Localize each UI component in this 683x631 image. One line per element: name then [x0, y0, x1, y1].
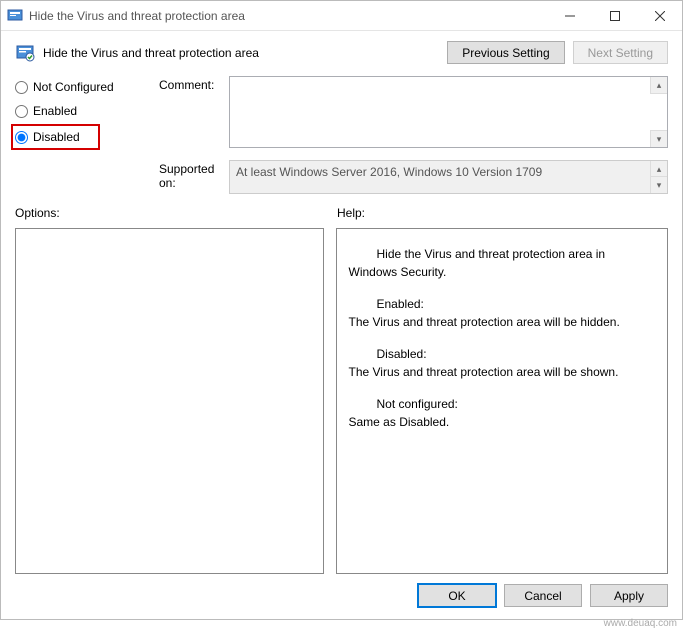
- footer-buttons: OK Cancel Apply: [1, 574, 682, 619]
- radio-disabled-input[interactable]: [15, 131, 28, 144]
- minimize-button[interactable]: [547, 1, 592, 30]
- ok-button[interactable]: OK: [418, 584, 496, 607]
- help-p3b: The Virus and threat protection area wil…: [349, 365, 619, 379]
- help-p4a: Not configured:: [377, 395, 656, 413]
- supported-on-text: At least Windows Server 2016, Windows 10…: [236, 165, 542, 179]
- policy-title: Hide the Virus and threat protection are…: [43, 46, 439, 60]
- supported-on-value: At least Windows Server 2016, Windows 10…: [229, 160, 668, 194]
- radio-disabled-highlight: Disabled: [11, 124, 100, 150]
- next-setting-button: Next Setting: [573, 41, 668, 64]
- comment-label: Comment:: [159, 76, 229, 92]
- scroll-down-icon: ▾: [650, 176, 667, 193]
- scroll-up-icon[interactable]: ▴: [650, 77, 667, 94]
- cancel-button[interactable]: Cancel: [504, 584, 582, 607]
- maximize-button[interactable]: [592, 1, 637, 30]
- panes-row: Hide the Virus and threat protection are…: [1, 224, 682, 574]
- help-p3a: Disabled:: [377, 345, 656, 363]
- comment-textarea[interactable]: ▴ ▾: [229, 76, 668, 148]
- window-title: Hide the Virus and threat protection are…: [29, 9, 547, 23]
- radio-disabled-label: Disabled: [33, 130, 80, 144]
- previous-setting-button[interactable]: Previous Setting: [447, 41, 564, 64]
- help-p3: Disabled: The Virus and threat protectio…: [349, 345, 656, 381]
- close-button[interactable]: [637, 1, 682, 30]
- gpedit-dialog-window: Hide the Virus and threat protection are…: [0, 0, 683, 620]
- radio-disabled[interactable]: Disabled: [15, 130, 80, 144]
- help-p4: Not configured: Same as Disabled.: [349, 395, 656, 431]
- radio-not-configured[interactable]: Not Configured: [15, 80, 145, 94]
- radio-not-configured-label: Not Configured: [33, 80, 114, 94]
- help-pane[interactable]: Hide the Virus and threat protection are…: [336, 228, 669, 574]
- config-row: Not Configured Enabled Disabled Comment:…: [1, 70, 682, 194]
- pane-labels: Options: Help:: [1, 194, 682, 224]
- options-label: Options:: [15, 206, 337, 220]
- help-p1: Hide the Virus and threat protection are…: [349, 245, 656, 281]
- help-p2b: The Virus and threat protection area wil…: [349, 315, 620, 329]
- watermark: www.deuaq.com: [604, 618, 677, 629]
- help-p4b: Same as Disabled.: [349, 415, 450, 429]
- apply-button[interactable]: Apply: [590, 584, 668, 607]
- titlebar: Hide the Virus and threat protection are…: [1, 1, 682, 31]
- radio-enabled-input[interactable]: [15, 105, 28, 118]
- radio-enabled[interactable]: Enabled: [15, 104, 145, 118]
- state-radios: Not Configured Enabled Disabled: [15, 76, 145, 194]
- comment-block: Comment: ▴ ▾ Supported on: At least Wind…: [159, 76, 668, 194]
- options-pane[interactable]: [15, 228, 324, 574]
- help-p2a: Enabled:: [377, 295, 656, 313]
- help-label: Help:: [337, 206, 668, 220]
- app-icon: [7, 8, 23, 24]
- header-row: Hide the Virus and threat protection are…: [1, 31, 682, 70]
- policy-icon: [15, 43, 35, 63]
- supported-on-label: Supported on:: [159, 160, 229, 190]
- radio-not-configured-input[interactable]: [15, 81, 28, 94]
- radio-enabled-label: Enabled: [33, 104, 77, 118]
- scroll-down-icon[interactable]: ▾: [650, 130, 667, 147]
- help-p2: Enabled: The Virus and threat protection…: [349, 295, 656, 331]
